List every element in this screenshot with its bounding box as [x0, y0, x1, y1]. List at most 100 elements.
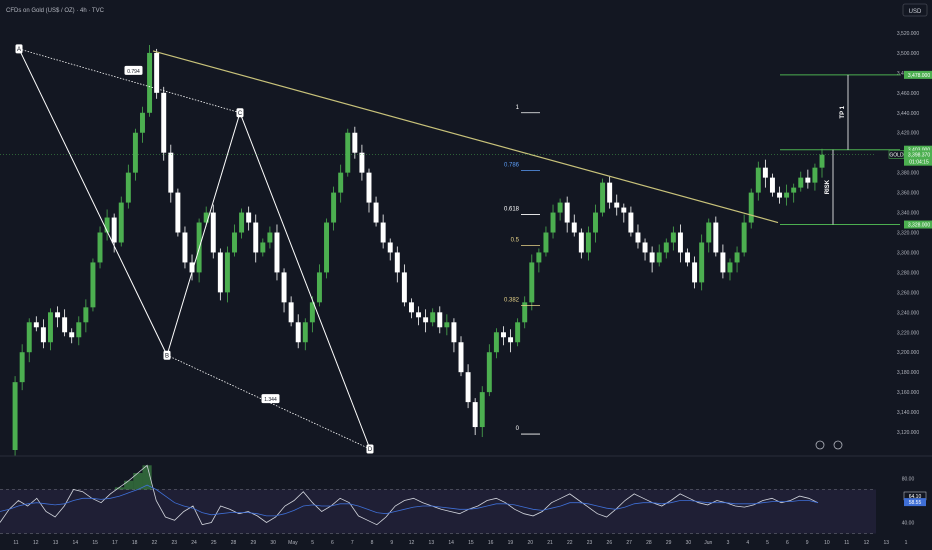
currency-label: USD [909, 9, 922, 15]
price-axis-tick: 3,320.000 [897, 231, 919, 237]
candle-down [62, 317, 68, 333]
candle-up [26, 322, 32, 353]
currency-badge[interactable]: USD [902, 3, 928, 17]
chart-canvas[interactable]: CFDs on Gold (US$ / OZ) · 4h · TVC USD 3… [0, 0, 932, 550]
candle-down [352, 132, 358, 153]
candle-down [401, 272, 407, 303]
candle-down [762, 167, 768, 178]
candle-down [408, 302, 414, 313]
price-axis-tick: 3,460.000 [897, 91, 919, 97]
time-axis-tick: 16 [488, 540, 494, 546]
price-axis-tick: 3,160.000 [897, 390, 919, 396]
rsi-band [0, 489, 876, 534]
candle-up [331, 192, 337, 223]
time-axis-tick: 12 [864, 540, 870, 546]
candle-up [90, 262, 96, 308]
price-tag-label: 3,478.000 [908, 73, 930, 79]
time-axis-tick: 24 [191, 540, 197, 546]
candle-down [387, 242, 393, 253]
ratio-label: 0.794 [127, 69, 140, 75]
candle-up [819, 154, 825, 168]
candle-up [663, 242, 669, 253]
price-axis-tick: 3,440.000 [897, 111, 919, 117]
time-axis-tick: 5 [766, 540, 769, 546]
time-axis-tick: 15 [468, 540, 474, 546]
candle-up [232, 232, 237, 253]
candle-down [359, 152, 365, 173]
candle-down [274, 232, 280, 273]
time-axis-tick: 20 [527, 540, 533, 546]
risk-label: RISK [825, 179, 831, 194]
fib-level-label: 0.618 [504, 207, 520, 213]
time-axis-tick: 6 [786, 540, 789, 546]
candle-up [748, 192, 754, 223]
candle-up [798, 177, 804, 188]
time-axis-tick: 6 [331, 540, 334, 546]
time-axis-tick: 28 [646, 540, 652, 546]
time-axis-tick: 21 [547, 540, 553, 546]
candle-up [324, 222, 329, 273]
rsi-value-label: 58.55 [909, 500, 922, 506]
candle-down [161, 92, 167, 153]
time-axis-tick: 5 [311, 540, 314, 546]
price-axis-tick: 3,300.000 [897, 250, 919, 256]
time-axis-tick: 10 [824, 540, 830, 546]
candle-up [585, 232, 591, 253]
candle-down [635, 232, 641, 243]
pattern-point-label: D [368, 447, 373, 453]
candle-down [777, 192, 783, 198]
fib-level-label: 0.5 [511, 237, 520, 243]
candle-up [125, 172, 131, 203]
candle-up [444, 322, 450, 328]
time-axis-tick: Jun [704, 540, 712, 546]
candle-up [706, 222, 712, 243]
candle-up [479, 392, 485, 428]
candle-up [812, 167, 818, 183]
candle-up [430, 312, 436, 323]
candle-down [373, 202, 379, 223]
time-axis-tick: 22 [152, 540, 158, 546]
candle-down [394, 252, 400, 273]
candle-up [132, 132, 138, 173]
time-axis-tick: 11 [13, 540, 18, 546]
candle-up [791, 187, 797, 193]
candle-down [40, 327, 46, 343]
candle-down [465, 372, 471, 403]
price-axis-tick: 3,500.000 [897, 51, 919, 57]
time-axis-tick: 29 [666, 540, 672, 546]
candle-up [267, 232, 273, 243]
candle-up [734, 252, 740, 263]
time-axis-tick: 29 [251, 540, 257, 546]
time-axis-tick: 23 [587, 540, 593, 546]
candle-down [55, 312, 61, 318]
candle-down [649, 252, 655, 263]
candle-up [147, 52, 153, 113]
candle-down [366, 172, 372, 203]
time-axis-tick: 14 [448, 540, 454, 546]
candle-down [578, 232, 584, 253]
candle-down [380, 222, 386, 243]
candle-up [741, 222, 747, 253]
candle-down [677, 232, 683, 253]
time-axis-tick: 30 [686, 540, 692, 546]
candle-up [536, 252, 542, 263]
time-axis-tick: 1 [905, 540, 908, 546]
candle-up [224, 252, 230, 293]
candle-up [19, 352, 25, 383]
candle-down [685, 252, 690, 263]
time-axis-tick: 25 [211, 540, 217, 546]
candle-up [727, 262, 733, 273]
price-axis-tick: 3,140.000 [897, 410, 919, 416]
candle-up [557, 202, 563, 213]
time-axis-tick: 28 [231, 540, 237, 546]
candle-up [239, 212, 245, 233]
candle-up [784, 192, 790, 198]
time-axis-tick: 13 [429, 540, 435, 546]
candle-down [621, 207, 627, 213]
time-axis-tick: 14 [73, 540, 79, 546]
time-axis-tick: 4 [746, 540, 749, 546]
tp-label: TP 1 [840, 105, 846, 118]
candle-down [111, 217, 117, 243]
price-tag-label: 3,398.370 [908, 152, 930, 158]
time-axis-tick: 27 [626, 540, 632, 546]
